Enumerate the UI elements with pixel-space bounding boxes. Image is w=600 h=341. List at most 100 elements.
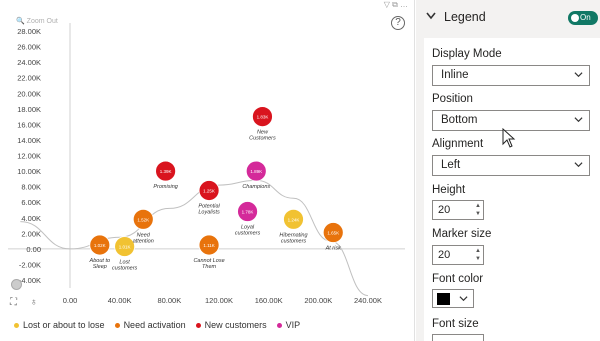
data-point-value: 1.65K	[327, 231, 339, 236]
legend-item[interactable]: Need activation	[114, 320, 186, 330]
legend-marker	[114, 322, 120, 328]
legend-marker	[14, 322, 19, 328]
legend-toggle[interactable]: On	[568, 11, 598, 25]
color-swatch	[437, 293, 450, 305]
y-tick-label: 20.00K	[17, 89, 41, 98]
section-title: Legend	[444, 10, 486, 24]
data-point[interactable]: 1.25K Potential Loyalists	[198, 180, 221, 216]
legend-marker	[195, 322, 201, 328]
height-input[interactable]: 20 ▲ ▼	[432, 200, 484, 220]
data-point-label: Need attention	[133, 232, 154, 244]
data-point-value: 1.01K	[119, 245, 131, 250]
y-tick-label: 16.00K	[17, 120, 41, 129]
data-point-label: At risk	[325, 246, 342, 252]
data-point-label: Cannot Lose Them	[193, 258, 224, 270]
data-point-value: 1.39K	[160, 169, 172, 174]
data-point[interactable]: 1.78K Loyal customers	[235, 201, 261, 237]
height-value: 20	[438, 204, 451, 216]
legend-label: Lost or about to lose	[23, 320, 105, 330]
data-point-value: 1.78K	[242, 210, 254, 215]
data-point-label: New Customers	[249, 130, 276, 142]
display-mode-dropdown[interactable]: Inline	[432, 65, 590, 86]
y-tick-label: 2.00K	[21, 229, 41, 238]
data-point-value: 1.11K	[203, 243, 214, 248]
y-tick-label: 8.00K	[21, 183, 41, 192]
chevron-down-icon	[574, 72, 583, 78]
data-point-label: About to Sleep	[89, 258, 111, 270]
x-axis: 0.00 40.00K 80.00K 120.00K 160.00K 200.00K 240…	[63, 296, 382, 305]
data-point-label: Promising	[153, 184, 178, 190]
x-tick-label: 40.00K	[108, 296, 132, 305]
font-color-label: Font color	[432, 273, 484, 285]
spinner-arrows-icon[interactable]: ▲ ▼	[475, 247, 481, 263]
display-mode-value: Inline	[441, 69, 469, 81]
data-point[interactable]: 1.11K Cannot Lose Them	[193, 234, 225, 270]
data-point-label: Champions	[242, 184, 270, 190]
x-tick-label: 200.00K	[304, 296, 332, 305]
data-point-value: 1.24K	[288, 217, 300, 222]
x-tick-label: 0.00	[63, 296, 78, 305]
y-tick-label: 28.00K	[17, 27, 41, 36]
data-point[interactable]: 1.83K New Customers	[249, 106, 276, 142]
lasso-tool-icon[interactable]: ♁	[30, 297, 38, 308]
font-color-picker[interactable]	[432, 289, 474, 308]
data-point-label: Hibernating customers	[279, 232, 308, 244]
data-point[interactable]: 1.24K Hibernating customers	[279, 208, 308, 244]
format-pane: Legend On Display Mode Inline Position B…	[416, 0, 600, 341]
y-axis: 28.00K 26.00K 24.00K 22.00K 20.00K 18.00K 16.0…	[17, 27, 41, 285]
select-tool-icon[interactable]: ⛶	[10, 297, 17, 308]
y-tick-label: 22.00K	[17, 74, 41, 83]
scatter-chart-visual[interactable]: ▽ ⧉ … ? 🔍 Zoom Out 28.00K 26.00K 24.00K 22.…	[0, 0, 415, 341]
legend-item[interactable]: Lost or about to lose	[14, 320, 105, 330]
y-tick-label: 14.00K	[17, 136, 41, 145]
chevron-down-icon[interactable]	[426, 11, 436, 23]
data-point[interactable]: 1.52K Need attention	[133, 208, 154, 244]
chevron-down-icon	[574, 117, 583, 123]
data-points: 1.02K About to Sleep 1.01K Lost customers 1.52…	[89, 106, 344, 272]
spinner-arrows-icon[interactable]: ▲ ▼	[475, 202, 481, 218]
font-size-input[interactable]	[432, 334, 484, 341]
y-tick-label: 18.00K	[17, 105, 41, 114]
legend-marker	[276, 322, 282, 328]
data-point[interactable]: 1.02K About to Sleep	[89, 234, 111, 270]
y-tick-label: 24.00K	[17, 58, 41, 67]
marker-size-input[interactable]: 20 ▲ ▼	[432, 245, 484, 265]
alignment-label: Alignment	[432, 138, 484, 150]
data-point-label: Potential Loyalists	[198, 204, 220, 216]
trend-line	[20, 179, 369, 297]
chevron-down-icon	[459, 296, 468, 302]
y-tick-label: -4.00K	[19, 276, 41, 285]
y-tick-label: 26.00K	[17, 43, 41, 52]
data-point[interactable]: 1.65K At risk	[322, 222, 344, 252]
marker-size-label: Marker size	[432, 228, 492, 240]
height-label: Height	[432, 184, 466, 196]
legend-label: Need activation	[123, 320, 186, 330]
display-mode-label: Display Mode	[432, 48, 502, 60]
mouse-cursor-icon	[502, 128, 516, 148]
x-tick-label: 80.00K	[157, 296, 181, 305]
chart-legend: Lost or about to lose Need activation New …	[14, 320, 300, 330]
data-point-label: Lost customers	[112, 260, 138, 272]
data-point[interactable]: 1.39K Promising	[153, 160, 179, 190]
data-point-value: 1.52K	[137, 217, 149, 222]
legend-item[interactable]: VIP	[276, 320, 301, 330]
data-point[interactable]: 1.89K Champions	[242, 160, 270, 190]
alignment-value: Left	[441, 159, 461, 171]
legend-label: New customers	[204, 320, 267, 330]
zoom-slider-handle[interactable]	[11, 279, 22, 290]
legend-label: VIP	[285, 320, 301, 330]
y-tick-label: -2.00K	[19, 260, 41, 269]
y-tick-label: 10.00K	[17, 167, 41, 176]
y-tick-label: 0.00	[26, 245, 41, 254]
data-point-value: 1.83K	[257, 115, 269, 120]
marker-size-value: 20	[438, 249, 451, 261]
x-tick-label: 240.00K	[354, 296, 382, 305]
legend-settings: Display Mode Inline Position Bottom Alig…	[424, 38, 600, 341]
legend-item[interactable]: New customers	[195, 320, 267, 330]
chart-plot: 28.00K 26.00K 24.00K 22.00K 20.00K 18.00K 16.0…	[8, 23, 405, 305]
data-point-value: 1.02K	[94, 243, 106, 248]
position-label: Position	[432, 93, 473, 105]
chevron-down-icon	[574, 162, 583, 168]
data-point-value: 1.89K	[250, 169, 262, 174]
alignment-dropdown[interactable]: Left	[432, 155, 590, 176]
